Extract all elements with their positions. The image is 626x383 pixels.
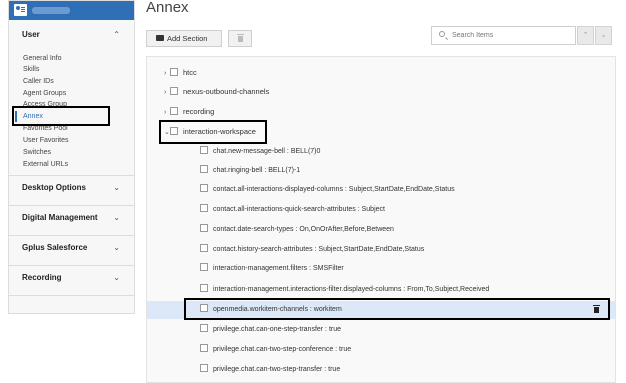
section-recording-label: Recording [22, 273, 62, 282]
section-desktop-options-label: Desktop Options [22, 183, 87, 192]
annotation-box-annex [12, 106, 110, 126]
checkbox[interactable] [200, 204, 208, 213]
checkbox[interactable] [200, 224, 208, 233]
sidebar: User ⌃ General Info Skills Caller IDs Ag… [8, 0, 135, 314]
page-title: Annex [146, 0, 189, 16]
section-gplus-salesforce[interactable]: Gplus Salesforce ⌄ [9, 236, 134, 260]
sidebar-item-agent-groups[interactable]: Agent Groups [9, 88, 134, 99]
checkbox[interactable] [200, 364, 208, 373]
checkbox[interactable] [200, 344, 208, 353]
trash-icon [237, 34, 244, 42]
annex-item[interactable]: privilege.chat.can-two-step-transfer : t… [147, 361, 615, 379]
tree-section-nexus-outbound-channels[interactable]: › nexus-outbound-channels [164, 86, 269, 98]
annex-item-label: privilege.chat.can-one-step-transfer : t… [213, 326, 342, 333]
section-recording[interactable]: Recording ⌄ [9, 266, 134, 290]
annotation-box-item [184, 298, 610, 320]
checkbox[interactable] [170, 87, 178, 96]
search-input[interactable] [452, 29, 572, 42]
chevron-down-icon[interactable]: ⌄ [113, 176, 120, 200]
checkbox[interactable] [200, 284, 208, 293]
username-redacted [32, 7, 70, 14]
search-box[interactable] [431, 26, 576, 45]
annex-item[interactable]: contact.history-search-attributes : Subj… [147, 241, 615, 259]
tree-section-label: nexus-outbound-channels [183, 87, 270, 96]
annex-item[interactable]: interaction-management.interactions-filt… [147, 281, 615, 299]
annex-item[interactable]: contact.all-interactions-displayed-colum… [147, 181, 615, 199]
checkbox[interactable] [200, 244, 208, 253]
delete-button[interactable] [228, 30, 252, 47]
annex-item[interactable]: contact.all-interactions-quick-search-at… [147, 201, 615, 219]
tree-section-htcc[interactable]: › htcc [164, 67, 197, 79]
chevron-down-icon[interactable]: ⌄ [113, 206, 120, 230]
annex-item-label: chat.ringing-bell : BELL(7)-1 [213, 167, 301, 174]
chevron-down-icon[interactable]: ⌄ [113, 236, 120, 260]
checkbox[interactable] [200, 263, 208, 272]
tree-section-label: recording [183, 107, 215, 116]
divider [9, 295, 134, 296]
sidebar-item-user-favorites[interactable]: User Favorites [9, 135, 134, 146]
search-icon [439, 31, 445, 37]
section-gplus-salesforce-label: Gplus Salesforce [22, 243, 88, 252]
sidebar-item-skills[interactable]: Skills [9, 64, 134, 75]
previous-result-button[interactable]: ⌃ [577, 26, 594, 45]
sidebar-item-external-urls[interactable]: External URLs [9, 159, 134, 170]
annex-item-label: contact.all-interactions-quick-search-at… [213, 206, 385, 213]
contact-card-icon [14, 4, 27, 16]
annex-item[interactable]: privilege.chat.can-two-step-conference :… [147, 341, 615, 359]
annex-item-label: interaction-management.filters : SMSFilt… [213, 265, 344, 272]
tree-section-recording[interactable]: › recording [164, 106, 214, 118]
checkbox[interactable] [170, 107, 178, 116]
add-section-button[interactable]: Add Section [146, 30, 222, 47]
add-section-label: Add Section [167, 34, 208, 43]
next-result-button[interactable]: ⌄ [595, 26, 612, 45]
annex-item[interactable]: interaction-management.filters : SMSFilt… [147, 260, 615, 278]
tree-section-label: htcc [183, 68, 197, 77]
annex-item[interactable]: chat.ringing-bell : BELL(7)-1 [147, 162, 615, 180]
folder-plus-icon [156, 35, 164, 41]
section-digital-management[interactable]: Digital Management ⌄ [9, 206, 134, 230]
section-user[interactable]: User ⌃ [9, 23, 134, 47]
sidebar-item-switches[interactable]: Switches [9, 147, 134, 158]
section-digital-management-label: Digital Management [22, 213, 98, 222]
section-desktop-options[interactable]: Desktop Options ⌄ [9, 176, 134, 200]
annex-item[interactable]: contact.date-search-types : On,OnOrAfter… [147, 221, 615, 239]
annex-item[interactable]: privilege.chat.can-one-step-transfer : t… [147, 321, 615, 339]
annex-item[interactable]: chat.new-message-bell : BELL(7)0 [147, 143, 615, 161]
annex-item-label: interaction-management.interactions-filt… [213, 286, 490, 293]
annex-item-label: contact.date-search-types : On,OnOrAfter… [213, 226, 394, 233]
checkbox[interactable] [200, 184, 208, 193]
annex-item-label: privilege.chat.can-two-step-transfer : t… [213, 366, 341, 373]
annex-item-label: privilege.chat.can-two-step-conference :… [213, 346, 352, 353]
chevron-up-icon[interactable]: ⌃ [113, 23, 120, 47]
annex-item-label: contact.history-search-attributes : Subj… [213, 246, 425, 253]
sidebar-item-caller-ids[interactable]: Caller IDs [9, 76, 134, 87]
user-header[interactable] [9, 1, 134, 20]
checkbox[interactable] [200, 324, 208, 333]
checkbox[interactable] [200, 146, 208, 155]
chevron-down-icon[interactable]: ⌄ [113, 266, 120, 290]
annotation-box-section [159, 120, 267, 144]
section-user-label: User [22, 30, 40, 39]
checkbox[interactable] [170, 68, 178, 77]
annex-item-label: contact.all-interactions-displayed-colum… [213, 186, 455, 193]
checkbox[interactable] [200, 165, 208, 174]
annex-item-label: chat.new-message-bell : BELL(7)0 [213, 148, 321, 155]
sidebar-item-general-info[interactable]: General Info [9, 53, 134, 64]
